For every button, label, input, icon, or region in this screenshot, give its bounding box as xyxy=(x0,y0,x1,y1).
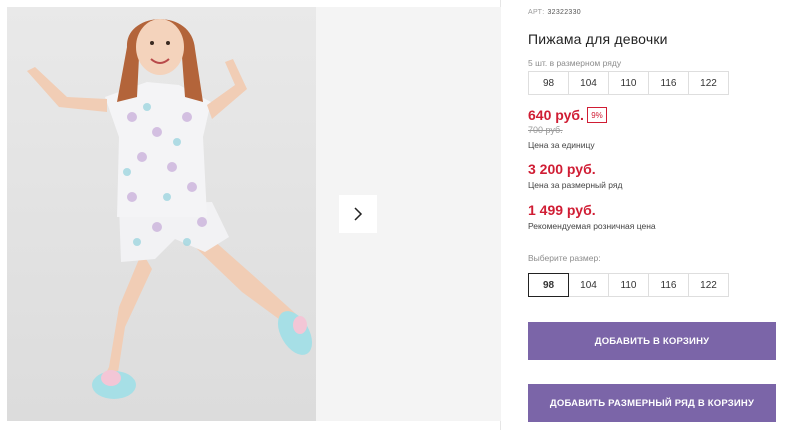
size-row-label: 5 шт. в размерном ряду xyxy=(528,58,622,68)
size-option-selected[interactable]: 98 xyxy=(528,273,569,297)
article-label: АРТ: xyxy=(528,9,545,16)
row-price-caption: Цена за размерный ряд xyxy=(528,180,623,190)
size-option[interactable]: 104 xyxy=(568,273,609,297)
rrp-price-caption: Рекомендуемая розничная цена xyxy=(528,221,656,231)
product-gallery xyxy=(0,0,501,430)
size-row-list: 98 104 110 116 122 xyxy=(528,71,729,95)
add-size-row-to-cart-button[interactable]: ДОБАВИТЬ РАЗМЕРНЫЙ РЯД В КОРЗИНУ xyxy=(528,384,776,422)
discount-badge: 9% xyxy=(587,107,607,123)
size-row-item: 104 xyxy=(568,71,609,95)
size-row-item: 116 xyxy=(648,71,689,95)
add-to-cart-button[interactable]: ДОБАВИТЬ В КОРЗИНУ xyxy=(528,322,776,360)
size-option[interactable]: 110 xyxy=(608,273,649,297)
size-option[interactable]: 122 xyxy=(688,273,729,297)
chevron-right-icon xyxy=(354,207,363,221)
product-photo-illustration xyxy=(27,19,313,399)
size-picker-label: Выберите размер: xyxy=(528,253,601,263)
row-price: 3 200 руб. xyxy=(528,161,596,177)
size-row-item: 98 xyxy=(528,71,569,95)
old-price: 700 руб. xyxy=(528,125,563,135)
article-number: АРТ: 32322330 xyxy=(528,9,581,16)
size-row-item: 110 xyxy=(608,71,649,95)
unit-price-caption: Цена за единицу xyxy=(528,140,595,150)
rrp-price: 1 499 руб. xyxy=(528,202,596,218)
size-row-item: 122 xyxy=(688,71,729,95)
product-title: Пижама для девочки xyxy=(528,31,668,47)
size-picker: 98 104 110 116 122 xyxy=(528,273,729,297)
size-option[interactable]: 116 xyxy=(648,273,689,297)
product-photo[interactable] xyxy=(7,7,316,421)
unit-price: 640 руб. xyxy=(528,107,584,123)
next-image-button[interactable] xyxy=(339,195,377,233)
article-value: 32322330 xyxy=(547,9,581,16)
